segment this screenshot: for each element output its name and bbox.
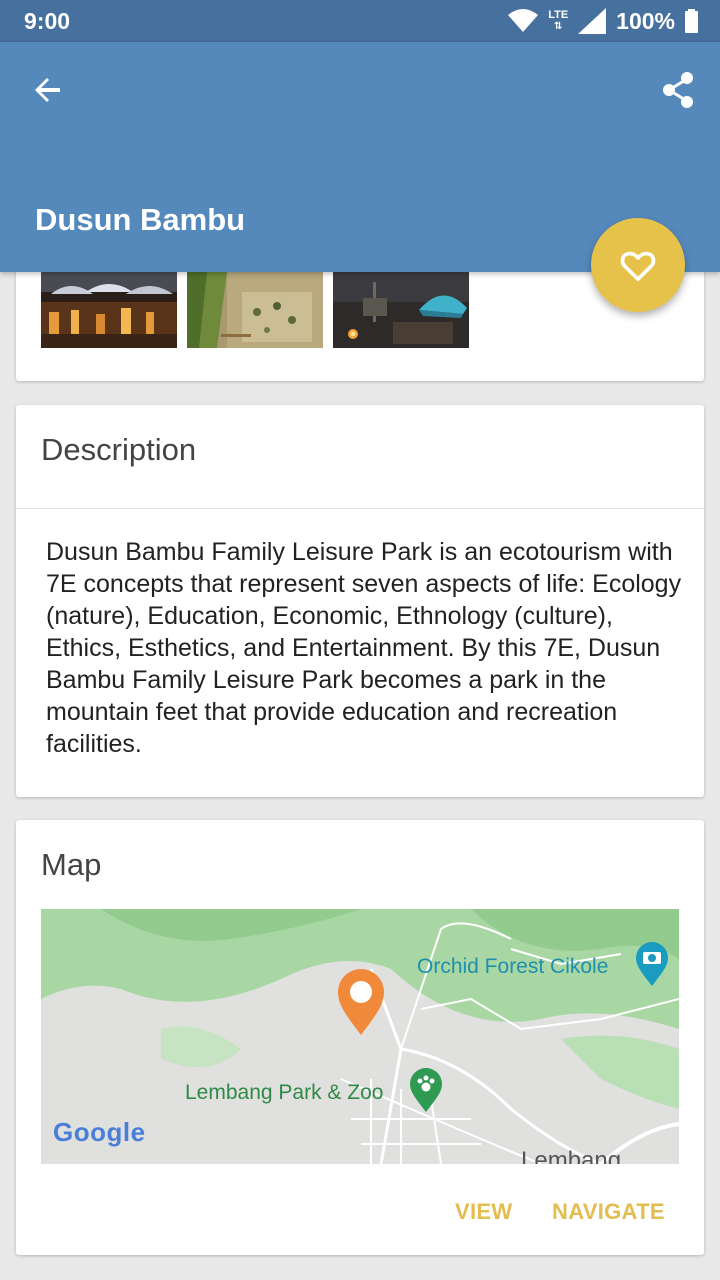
map-label-orchid: Orchid Forest Cikole	[417, 955, 609, 978]
share-button[interactable]	[656, 68, 700, 112]
gallery-image-2[interactable]	[187, 272, 323, 348]
back-button[interactable]	[26, 68, 70, 112]
gallery-image-3[interactable]	[333, 272, 469, 348]
google-logo: Google	[53, 1117, 146, 1147]
camping-tents-photo	[333, 272, 469, 348]
network-type: LTE ⇅	[548, 9, 569, 33]
paw-poi-icon	[410, 1068, 442, 1112]
rice-field-photo	[187, 272, 323, 348]
page-title: Dusun Bambu	[35, 202, 246, 237]
arrow-back-icon	[35, 78, 60, 102]
status-bar: 9:00 LTE ⇅ 100%	[0, 0, 720, 42]
map-title: Map	[41, 847, 102, 882]
navigate-button[interactable]: NAVIGATE	[552, 1199, 665, 1225]
description-card: Description Dusun Bambu Family Leisure P…	[16, 405, 704, 797]
description-title: Description	[41, 432, 197, 467]
heart-outline-icon	[620, 251, 656, 281]
description-text: Dusun Bambu Family Leisure Park is an ec…	[46, 538, 682, 758]
network-label: LTE	[548, 9, 569, 21]
signal-icon	[578, 8, 607, 34]
location-pin-icon	[338, 969, 384, 1035]
camera-poi-icon	[636, 942, 668, 986]
status-time: 9:00	[24, 8, 71, 34]
favorite-button[interactable]	[591, 218, 685, 312]
status-icons: LTE ⇅ 100%	[508, 6, 698, 36]
map-label-zoo: Lembang Park & Zoo	[185, 1081, 384, 1104]
map-view[interactable]: Orchid Forest Cikole Lembang Park & Zoo …	[41, 909, 679, 1164]
restaurant-umbrellas-photo	[41, 272, 177, 348]
data-arrows-icon: ⇅	[553, 21, 563, 32]
map-card: Map Orchid Forest Cikole Lembang Park & …	[16, 820, 704, 1255]
gallery-image-1[interactable]	[41, 272, 177, 348]
view-button[interactable]: VIEW	[455, 1199, 512, 1225]
battery-icon	[685, 9, 698, 33]
description-divider	[16, 508, 704, 509]
battery-percent: 100%	[616, 7, 675, 34]
wifi-icon	[508, 9, 539, 32]
share-icon	[663, 72, 693, 108]
map-label-town: Lembang	[521, 1147, 622, 1164]
